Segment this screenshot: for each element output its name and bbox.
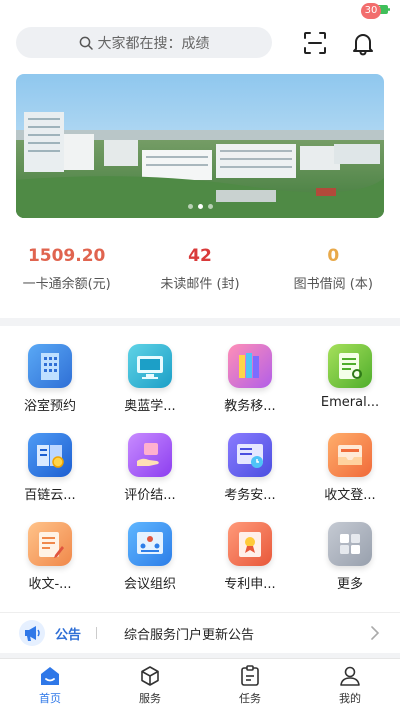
more-icon xyxy=(328,522,372,566)
carousel-dot[interactable] xyxy=(207,204,213,209)
stat-value: 42 xyxy=(188,246,212,266)
stat-label: 图书借阅 (本) xyxy=(293,277,373,292)
status-bar xyxy=(0,0,400,26)
document-pen-icon xyxy=(28,522,72,566)
app-bathroom-booking[interactable]: 浴室预约 xyxy=(0,344,100,414)
tab-label: 我的 xyxy=(339,692,361,705)
bottom-tab-bar: 首页 服务 任务 我的 xyxy=(0,658,400,710)
chevron-right-icon xyxy=(371,626,380,640)
announcement-text: 综合服务门户更新公告 xyxy=(124,628,255,643)
app-academic-mobile[interactable]: 教务移... xyxy=(200,344,300,414)
building-icon xyxy=(28,344,72,388)
announcement-separator xyxy=(96,627,97,639)
announcement-bar[interactable]: 公告 综合服务门户更新公告 xyxy=(0,612,400,652)
notification-button[interactable] xyxy=(350,30,376,56)
section-divider xyxy=(0,318,400,326)
tab-service[interactable]: 服务 xyxy=(100,659,200,710)
announcement-tag: 公告 xyxy=(55,628,82,643)
campus-photo xyxy=(16,74,384,218)
tab-profile[interactable]: 我的 xyxy=(300,659,400,710)
tab-label: 首页 xyxy=(39,692,61,705)
app-aolan[interactable]: 奥蓝学... xyxy=(100,344,200,414)
stat-card-balance[interactable]: 1509.20 一卡通余额(元) xyxy=(0,242,133,302)
app-label: 专利申... xyxy=(224,577,276,592)
stat-card-library[interactable]: 0 图书借阅 (本) xyxy=(267,242,400,302)
tab-label: 任务 xyxy=(239,692,261,705)
app-label: 考务安... xyxy=(224,488,276,503)
user-icon xyxy=(340,666,360,686)
carousel-dot-active[interactable] xyxy=(197,204,203,209)
tab-label: 服务 xyxy=(139,692,161,705)
app-label: 奥蓝学... xyxy=(124,399,176,414)
hand-card-icon xyxy=(128,433,172,477)
app-label: Emeral... xyxy=(320,395,380,410)
app-label: 百链云... xyxy=(24,488,76,503)
bell-icon xyxy=(353,34,373,56)
scan-icon xyxy=(304,32,326,54)
stat-card-mail[interactable]: 42 未读邮件 (封) xyxy=(133,242,266,302)
monitor-icon xyxy=(128,344,172,388)
app-label: 评价结... xyxy=(124,488,176,503)
app-label: 浴室预约 xyxy=(23,399,76,414)
app-meeting-organize[interactable]: 会议组织 xyxy=(100,522,200,592)
books-icon xyxy=(228,344,272,388)
book-search-icon xyxy=(28,433,72,477)
app-patent-apply[interactable]: 专利申... xyxy=(200,522,300,592)
app-label: 收文登... xyxy=(324,488,376,503)
inbox-icon xyxy=(328,433,372,477)
campus-banner[interactable] xyxy=(16,74,384,218)
stat-value: 0 xyxy=(327,246,340,266)
app-label: 会议组织 xyxy=(123,577,176,592)
stat-label: 一卡通余额(元) xyxy=(22,277,111,292)
app-label: 教务移... xyxy=(224,399,276,414)
app-emerald[interactable]: Emeral... xyxy=(300,344,400,410)
search-icon xyxy=(79,36,93,50)
stat-value: 1509.20 xyxy=(27,246,106,266)
cube-icon xyxy=(141,666,159,686)
carousel-dots xyxy=(16,204,384,209)
app-label: 更多 xyxy=(336,577,363,592)
carousel-dot[interactable] xyxy=(187,204,193,209)
app-document-register[interactable]: 收文登... xyxy=(300,433,400,503)
meeting-icon xyxy=(128,522,172,566)
app-evaluation-result[interactable]: 评价结... xyxy=(100,433,200,503)
stat-label: 未读邮件 (封) xyxy=(160,277,240,292)
search-placeholder: 大家都在搜：成绩 xyxy=(97,35,210,52)
clipboard-icon xyxy=(241,665,259,686)
stats-row: 1509.20 一卡通余额(元) 42 未读邮件 (封) 0 图书借阅 (本) xyxy=(0,242,400,302)
app-label: 收文-... xyxy=(28,577,72,592)
tab-tasks[interactable]: 任务 xyxy=(200,659,300,710)
megaphone-icon xyxy=(19,620,45,646)
search-input[interactable]: 大家都在搜：成绩 xyxy=(16,27,272,58)
schedule-icon xyxy=(228,433,272,477)
document-search-icon xyxy=(328,344,372,388)
app-bailian-cloud[interactable]: 百链云... xyxy=(0,433,100,503)
patent-icon xyxy=(228,522,272,566)
app-more[interactable]: 更多 xyxy=(300,522,400,592)
app-exam-arrangement[interactable]: 考务安... xyxy=(200,433,300,503)
app-document-receive[interactable]: 收文-... xyxy=(0,522,100,592)
notification-badge: 30 xyxy=(361,3,381,19)
scan-button[interactable] xyxy=(302,30,328,56)
home-icon xyxy=(41,667,59,685)
top-bar: 大家都在搜：成绩 xyxy=(0,26,400,60)
tab-home[interactable]: 首页 xyxy=(0,659,100,710)
